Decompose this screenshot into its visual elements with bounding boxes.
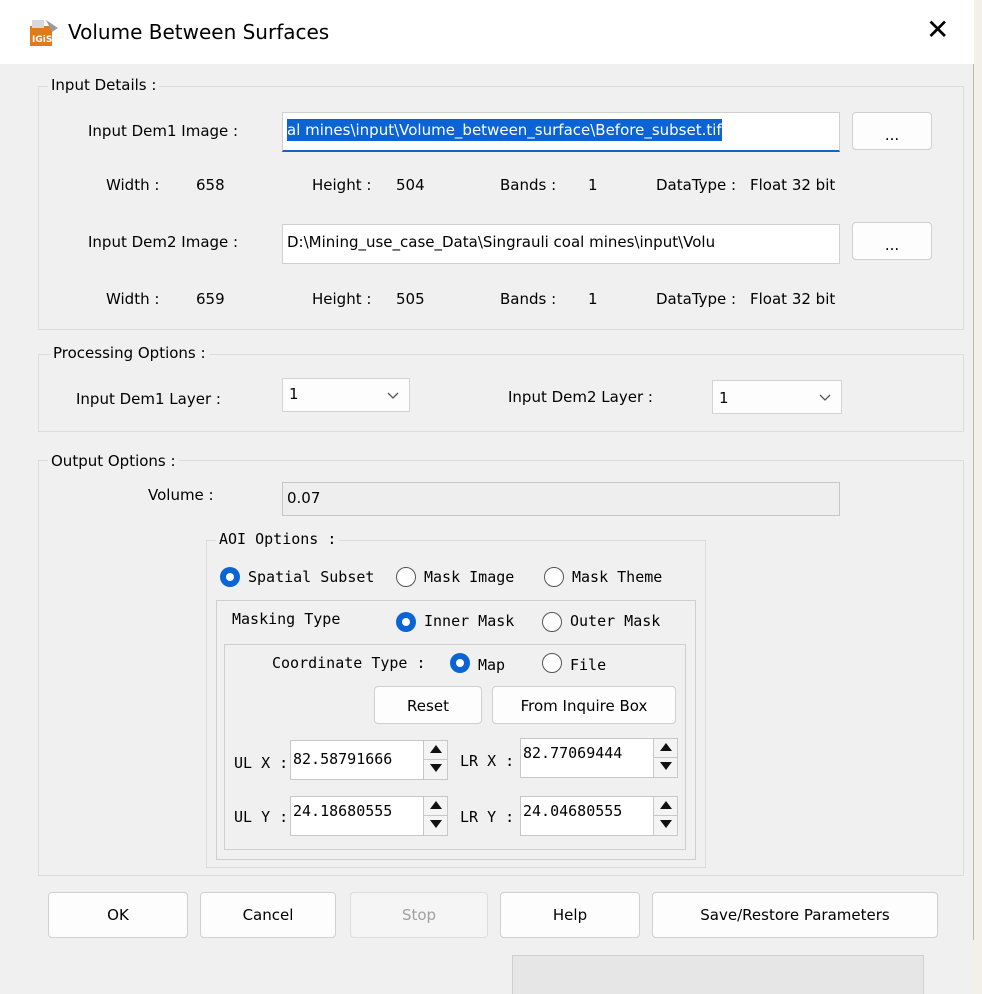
dem2-path-field[interactable]: D:\Mining_use_case_Data\Singrauli coal m…: [282, 224, 840, 264]
dem1-height-value: 504: [396, 176, 425, 194]
dem2-layer-label: Input Dem2 Layer :: [508, 388, 653, 406]
reset-button[interactable]: Reset: [374, 686, 482, 724]
dem2-width-value: 659: [196, 290, 225, 308]
dem2-bands-value: 1: [588, 290, 598, 308]
uly-label: UL Y :: [234, 808, 289, 826]
stop-button[interactable]: Stop: [350, 892, 488, 938]
lrx-spinbox[interactable]: 82.77069444: [520, 738, 678, 778]
masking-type-label: Masking Type: [232, 610, 341, 628]
inner-mask-radio[interactable]: [396, 612, 416, 632]
chevron-down-icon: [387, 392, 399, 399]
ulx-label: UL X :: [234, 754, 289, 772]
lrx-down-arrow-icon[interactable]: [654, 758, 677, 777]
dem2-image-label: Input Dem2 Image :: [88, 233, 239, 251]
dem2-height-label: Height :: [312, 290, 372, 308]
mask-image-label[interactable]: Mask Image: [424, 568, 514, 586]
dem2-height-value: 505: [396, 290, 425, 308]
spatial-subset-radio[interactable]: [220, 567, 240, 587]
uly-value: 24.18680555: [293, 802, 393, 820]
dem1-image-label: Input Dem1 Image :: [88, 122, 239, 140]
dem2-layer-value: 1: [719, 389, 729, 407]
lrx-value: 82.77069444: [523, 744, 623, 762]
dem1-layer-value: 1: [289, 385, 299, 403]
dem2-browse-button[interactable]: ...: [852, 222, 932, 260]
inner-mask-label[interactable]: Inner Mask: [424, 612, 514, 630]
mask-theme-radio[interactable]: [544, 567, 564, 587]
volume-dialog: IGiS Volume Between Surfaces ✕ Input Det…: [0, 0, 974, 994]
input-details-title: Input Details :: [48, 76, 160, 94]
dem1-layer-select[interactable]: 1: [282, 378, 410, 412]
dem1-height-label: Height :: [312, 176, 372, 194]
ulx-value: 82.58791666: [293, 750, 393, 768]
uly-up-arrow-icon[interactable]: [424, 797, 447, 816]
dem1-layer-label: Input Dem1 Layer :: [76, 390, 221, 408]
mask-image-radio[interactable]: [396, 567, 416, 587]
map-coord-label[interactable]: Map: [478, 656, 505, 674]
dem1-width-label: Width :: [106, 176, 160, 194]
uly-spinbox[interactable]: 24.18680555: [290, 796, 448, 836]
status-progress-panel: [512, 955, 924, 994]
svg-text:IGiS: IGiS: [32, 35, 52, 45]
ulx-down-arrow-icon[interactable]: [424, 760, 447, 779]
volume-label: Volume :: [148, 486, 214, 504]
outer-mask-label[interactable]: Outer Mask: [570, 612, 660, 630]
dem2-datatype-value: Float 32 bit: [750, 290, 836, 308]
dem1-path-selected-text: al mines\input\Volume_between_surface\Be…: [287, 119, 722, 141]
output-options-title: Output Options :: [48, 452, 179, 470]
volume-field: 0.07: [282, 482, 840, 516]
dem1-width-value: 658: [196, 176, 225, 194]
close-icon[interactable]: ✕: [926, 14, 949, 46]
dem2-datatype-label: DataType :: [656, 290, 737, 308]
dem1-datatype-label: DataType :: [656, 176, 737, 194]
dem1-browse-button[interactable]: ...: [852, 112, 932, 150]
cancel-button[interactable]: Cancel: [200, 892, 336, 938]
title-bar[interactable]: IGiS Volume Between Surfaces ✕: [0, 0, 974, 64]
dem1-bands-label: Bands :: [500, 176, 557, 194]
spatial-subset-label[interactable]: Spatial Subset: [248, 568, 374, 586]
window-title: Volume Between Surfaces: [68, 20, 330, 44]
dem2-layer-select[interactable]: 1: [712, 380, 842, 414]
lry-spinbox[interactable]: 24.04680555: [520, 796, 678, 836]
coordinate-type-label: Coordinate Type :: [272, 654, 426, 672]
aoi-options-title: AOI Options :: [216, 530, 340, 548]
lrx-label: LR X :: [460, 752, 515, 770]
file-coord-label[interactable]: File: [570, 656, 606, 674]
chevron-down-icon: [819, 394, 831, 401]
map-coord-radio[interactable]: [450, 653, 470, 673]
dem2-bands-label: Bands :: [500, 290, 557, 308]
ulx-up-arrow-icon[interactable]: [424, 741, 447, 760]
lrx-up-arrow-icon[interactable]: [654, 739, 677, 758]
ok-button[interactable]: OK: [48, 892, 188, 938]
save-restore-parameters-button[interactable]: Save/Restore Parameters: [652, 892, 938, 938]
outer-mask-radio[interactable]: [542, 612, 562, 632]
ulx-spinbox[interactable]: 82.58791666: [290, 740, 448, 780]
uly-down-arrow-icon[interactable]: [424, 816, 447, 835]
lry-label: LR Y :: [460, 808, 515, 826]
processing-options-title: Processing Options :: [50, 344, 209, 362]
lry-value: 24.04680555: [523, 802, 623, 820]
lry-up-arrow-icon[interactable]: [654, 797, 677, 816]
file-coord-radio[interactable]: [542, 653, 562, 673]
dem1-path-field[interactable]: al mines\input\Volume_between_surface\Be…: [282, 112, 840, 152]
lry-down-arrow-icon[interactable]: [654, 816, 677, 835]
from-inquire-box-button[interactable]: From Inquire Box: [492, 686, 676, 724]
dem1-bands-value: 1: [588, 176, 598, 194]
dem2-width-label: Width :: [106, 290, 160, 308]
igis-app-icon: IGiS: [30, 20, 58, 46]
mask-theme-label[interactable]: Mask Theme: [572, 568, 662, 586]
help-button[interactable]: Help: [500, 892, 640, 938]
dem1-datatype-value: Float 32 bit: [750, 176, 836, 194]
